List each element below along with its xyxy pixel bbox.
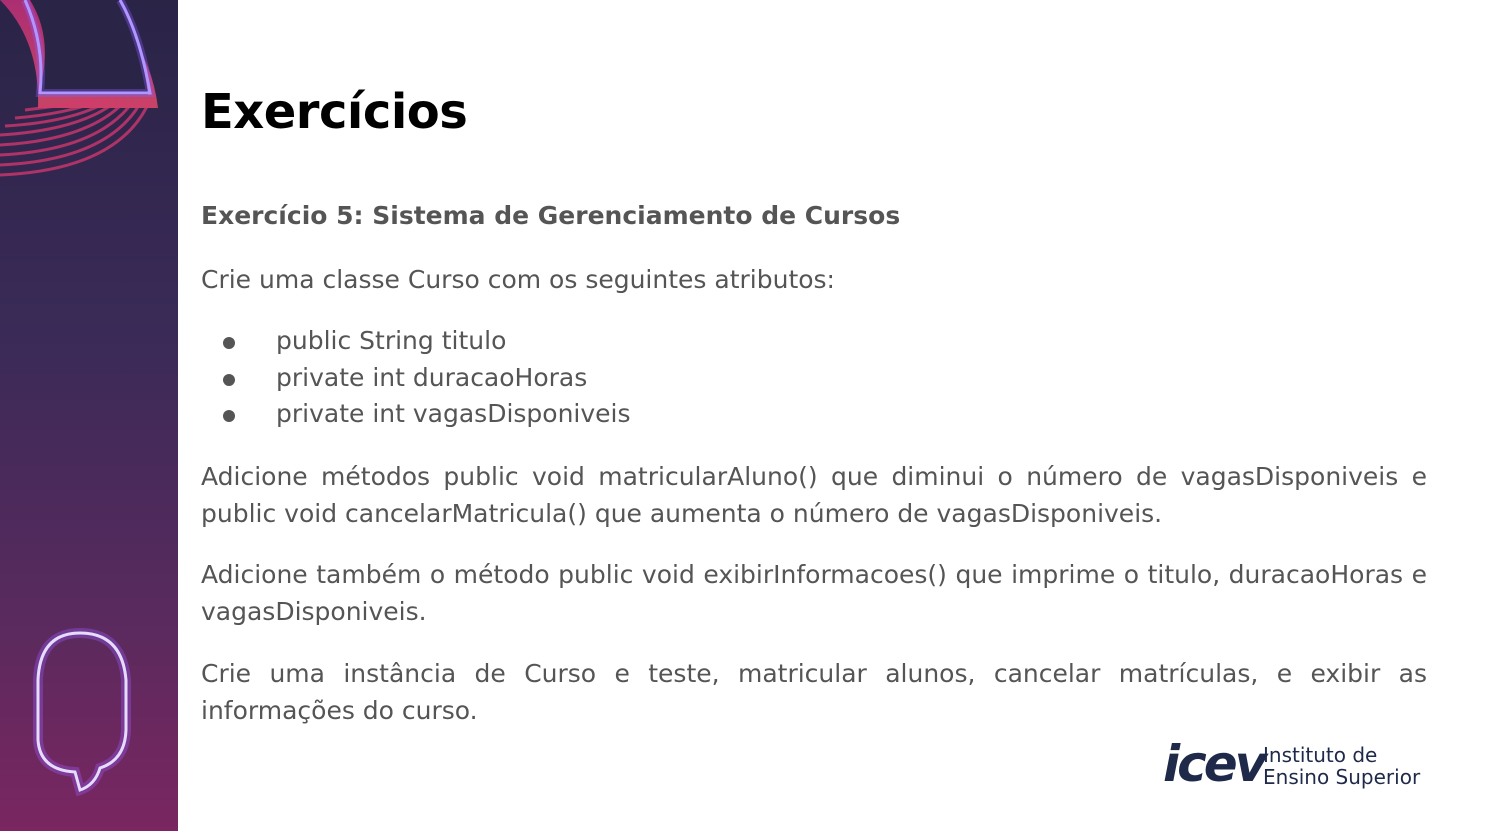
institution-logo: icev Instituto de Ensino Superior xyxy=(1163,736,1443,792)
logo-text: Instituto de Ensino Superior xyxy=(1263,744,1420,788)
intro-text: Crie uma classe Curso com os seguintes a… xyxy=(201,265,835,294)
decorative-sidebar xyxy=(0,0,178,831)
bullet-icon xyxy=(223,337,235,349)
attribute-list: public String titulo private int duracao… xyxy=(201,323,631,433)
display-paragraph: Adicione também o método public void exi… xyxy=(201,560,1427,626)
test-paragraph: Crie uma instância de Curso e teste, mat… xyxy=(201,659,1427,725)
logo-line-1: Instituto de xyxy=(1263,743,1378,767)
slide-title: Exercícios xyxy=(201,84,468,140)
list-item-text: public String titulo xyxy=(276,326,507,355)
bullet-icon xyxy=(223,410,235,422)
list-item: private int vagasDisponiveis xyxy=(201,396,631,433)
list-item-text: private int duracaoHoras xyxy=(276,362,588,392)
sidebar-decoration xyxy=(0,0,158,797)
methods-paragraph: Adicione métodos public void matricularA… xyxy=(201,462,1427,528)
list-item: public String titulo xyxy=(201,323,631,360)
bullet-icon xyxy=(223,373,235,386)
list-item: private int duracaoHoras xyxy=(201,360,631,397)
exercise-heading: Exercício 5: Sistema de Gerenciamento de… xyxy=(201,201,901,230)
logo-line-2: Ensino Superior xyxy=(1263,765,1421,789)
list-item-text: private int vagasDisponiveis xyxy=(276,399,631,428)
logo-mark: icev xyxy=(1163,735,1267,793)
